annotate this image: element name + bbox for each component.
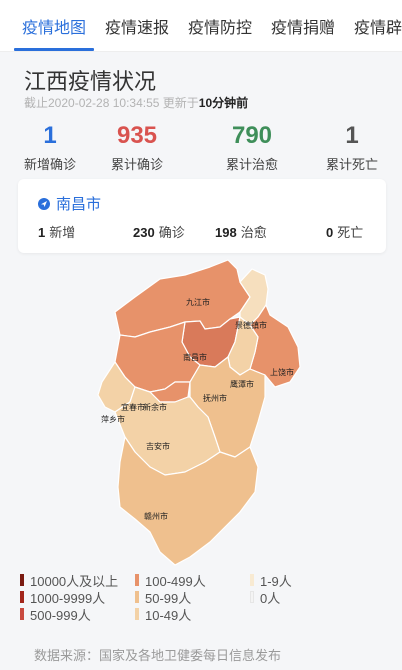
location-icon (38, 197, 50, 210)
legend-item: 1000-9999人 (20, 589, 118, 606)
legend-swatch (250, 591, 254, 603)
label-yingtan: 鹰潭市 (230, 379, 254, 389)
stat-total-deaths: 1 累计死亡 (302, 122, 402, 173)
legend-swatch (20, 591, 24, 603)
stat-label: 新增确诊 (23, 157, 76, 172)
legend-label: 500-999人 (30, 607, 91, 623)
legend-col-3: 1-9人 0人 (250, 572, 292, 606)
legend-swatch (250, 574, 254, 586)
city-deaths-value: 0 (326, 225, 334, 240)
update-ago: 10分钟前 (198, 96, 249, 110)
stat-new-confirmed: 1 新增确诊 (0, 122, 100, 173)
stat-total-confirmed: 935 累计确诊 (87, 122, 187, 173)
legend-col-2: 100-499人 50-99人 10-49人 (135, 572, 206, 623)
page-title: 江西疫情状况 (24, 69, 157, 94)
legend-swatch (20, 574, 24, 586)
jiangxi-map[interactable]: 九江市 景德镇市 南昌市 上饶市 鹰潭市 抚州市 宜春市 新余市 萍乡市 吉安市… (90, 257, 322, 569)
stat-value: 1 (345, 122, 359, 149)
stat-value: 935 (116, 122, 158, 149)
legend-item: 0人 (250, 589, 292, 606)
city-deaths: 0 死亡 (326, 222, 363, 241)
label-ganzhou: 赣州市 (144, 511, 168, 521)
legend-item: 1-9人 (250, 572, 292, 589)
label-jingdezhen: 景德镇市 (235, 320, 267, 330)
city-new: 1 新增 (38, 222, 75, 241)
city-name: 南昌市 (56, 196, 102, 213)
city-deaths-label: 死亡 (337, 225, 364, 240)
tab-epidemic-news[interactable]: 疫情速报 (105, 14, 169, 38)
label-xinyu: 新余市 (143, 402, 167, 412)
tab-epidemic-rumor[interactable]: 疫情辟谣 (354, 14, 402, 38)
tab-epidemic-prevention[interactable]: 疫情防控 (188, 14, 252, 38)
city-new-label: 新增 (49, 225, 76, 240)
legend-item: 10000人及以上 (20, 572, 118, 589)
legend-item: 10-49人 (135, 606, 206, 623)
city-cured: 198 治愈 (215, 222, 267, 241)
tab-epidemic-donation[interactable]: 疫情捐赠 (271, 14, 335, 38)
city-cured-value: 198 (215, 225, 237, 240)
legend-swatch (20, 608, 24, 620)
stat-total-cured: 790 累计治愈 (202, 122, 302, 173)
tab-epidemic-map[interactable]: 疫情地图 (22, 14, 86, 38)
label-nanchang: 南昌市 (183, 352, 207, 362)
label-yichun: 宜春市 (121, 402, 145, 412)
label-jian: 吉安市 (146, 441, 170, 451)
city-cured-label: 治愈 (240, 225, 267, 240)
legend-swatch (135, 574, 139, 586)
city-title[interactable]: 南昌市 (38, 193, 101, 214)
stat-value: 1 (43, 122, 57, 149)
update-prefix: 截止2020-02-28 10:34:55 更新于 (24, 96, 199, 110)
stat-label: 累计死亡 (325, 157, 378, 172)
legend-swatch (135, 608, 139, 620)
city-new-value: 1 (38, 225, 46, 240)
legend-col-1: 10000人及以上 1000-9999人 500-999人 (20, 572, 118, 623)
active-tab-indicator (14, 48, 94, 51)
legend-item: 500-999人 (20, 606, 118, 623)
update-time: 截止2020-02-28 10:34:55 更新于10分钟前 (24, 94, 248, 111)
stat-value: 790 (231, 122, 273, 149)
label-fuzhou: 抚州市 (203, 393, 227, 403)
legend-label: 10-49人 (145, 607, 192, 623)
page-body: 江西疫情状况 截止2020-02-28 10:34:55 更新于10分钟前 1 … (0, 52, 402, 670)
legend-label: 0人 (260, 590, 281, 606)
stat-label: 累计确诊 (110, 157, 163, 172)
label-shangrao: 上饶市 (270, 367, 294, 377)
legend-swatch (135, 591, 139, 603)
data-source: 数据来源：国家及各地卫健委每日信息发布 (34, 648, 282, 663)
tab-bar: 疫情地图 疫情速报 疫情防控 疫情捐赠 疫情辟谣 (0, 0, 402, 52)
label-pingxiang: 萍乡市 (101, 414, 125, 424)
legend-item: 100-499人 (135, 572, 206, 589)
city-card[interactable]: 南昌市 1 新增 230 确诊 198 治愈 0 死亡 (18, 179, 386, 253)
stat-label: 累计治愈 (225, 157, 278, 172)
legend-item: 50-99人 (135, 589, 206, 606)
city-confirmed: 230 确诊 (133, 222, 185, 241)
city-confirmed-label: 确诊 (158, 225, 185, 240)
label-jiujiang: 九江市 (186, 297, 210, 307)
city-confirmed-value: 230 (133, 225, 155, 240)
